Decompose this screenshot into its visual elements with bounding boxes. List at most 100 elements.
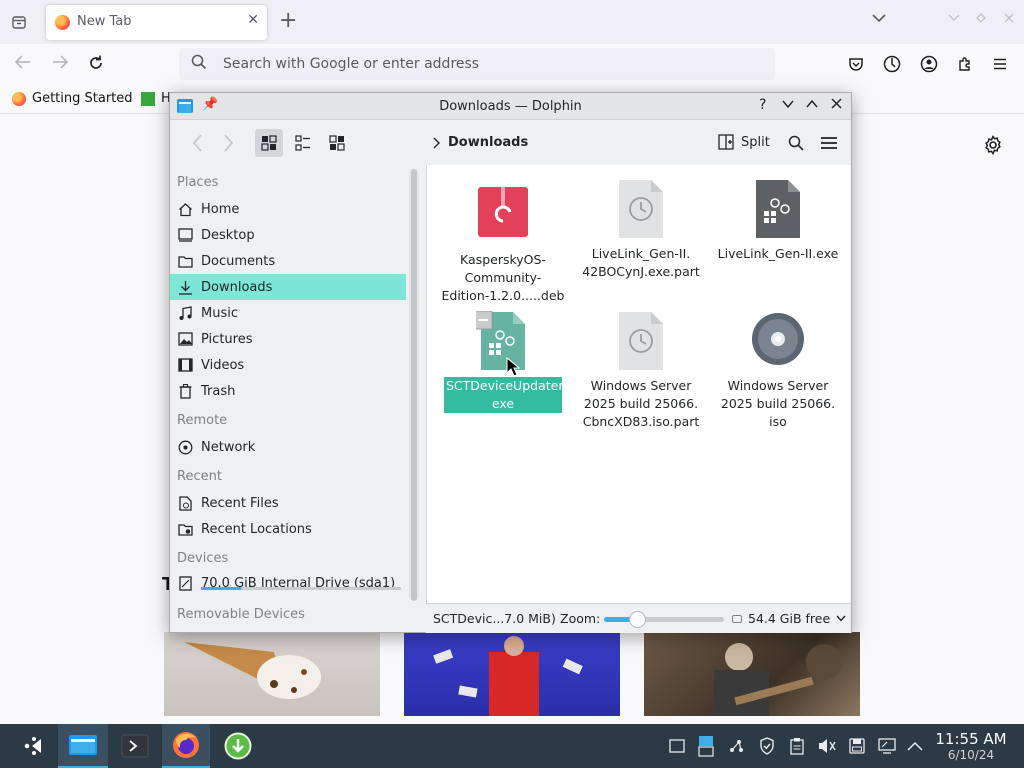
disks-devices-icon[interactable] (847, 736, 867, 756)
taskbar-dolphin[interactable] (58, 724, 108, 768)
tab-new-tab[interactable]: New Tab ✕ (46, 5, 267, 40)
minimize-icon[interactable] (948, 12, 960, 27)
chevron-down-icon[interactable] (872, 12, 886, 27)
network-icon (177, 439, 194, 455)
taskbar-konsole[interactable] (112, 724, 158, 768)
sidebar-item-internal-drive[interactable]: 70.0 GiB Internal Drive (sda1) (170, 570, 406, 596)
free-space-button[interactable]: 54.4 GiB free (732, 611, 846, 626)
terminal-icon (121, 734, 149, 758)
file-item[interactable]: Windows Server 2025 build 25066. CbncXD8… (576, 311, 706, 431)
file-name-line: LiveLink_Gen-II.exe (717, 246, 839, 261)
sidebar-item-desktop[interactable]: Desktop (170, 222, 406, 248)
show-desktop-icon[interactable] (667, 736, 687, 756)
bookmark-h[interactable]: H (141, 91, 171, 106)
clock-date: 6/10/24 (947, 748, 995, 762)
mouse-cursor-icon (506, 357, 520, 377)
back-icon[interactable] (184, 129, 212, 157)
breadcrumb-current[interactable]: Downloads (448, 135, 528, 150)
file-name-line: Windows Server (727, 378, 829, 393)
home-icon (177, 201, 194, 217)
file-name-line: CbncXD83.iso.part (582, 414, 700, 429)
compact-view-button[interactable] (289, 129, 317, 157)
breadcrumb[interactable]: Downloads (432, 135, 528, 150)
pocket-icon[interactable] (847, 55, 865, 73)
trash-icon (177, 383, 194, 399)
new-tab-button[interactable]: + (279, 10, 297, 32)
story-thumbnail[interactable] (164, 632, 380, 716)
sidebar-item-label: Pictures (201, 331, 253, 347)
chevron-up-icon[interactable] (905, 736, 925, 756)
desktop-icon (177, 227, 194, 243)
back-icon[interactable] (14, 54, 32, 75)
sidebar-item-music[interactable]: Music (170, 300, 406, 326)
list-all-tabs-icon[interactable] (8, 11, 30, 33)
file-item[interactable]: LiveLink_Gen-II.exe (713, 179, 843, 263)
story-thumbnail[interactable] (644, 632, 860, 716)
split-button[interactable]: Split (718, 134, 770, 150)
extensions-icon[interactable] (956, 55, 974, 73)
sidebar-item-recent-files[interactable]: Recent Files (170, 490, 406, 516)
forward-icon[interactable] (214, 129, 242, 157)
story-thumbnail[interactable] (404, 632, 620, 716)
url-placeholder: Search with Google or enter address (223, 56, 480, 72)
sidebar-scrollbar[interactable] (409, 169, 419, 601)
url-bar[interactable]: Search with Google or enter address (179, 48, 775, 80)
close-tab-icon[interactable]: ✕ (247, 12, 259, 28)
forward-icon[interactable] (51, 54, 69, 75)
file-item[interactable]: KasperskyOS- Community- Edition-1.2.0...… (438, 185, 568, 305)
volume-muted-icon[interactable] (817, 736, 837, 756)
sidebar-item-network[interactable]: Network (170, 434, 406, 460)
sidebar-item-documents[interactable]: Documents (170, 248, 406, 274)
selection-info: SCTDevic...7.0 MiB) (433, 611, 556, 626)
reload-icon[interactable] (87, 54, 105, 77)
sidebar-item-videos[interactable]: Videos (170, 352, 406, 378)
taskbar: 11:55 AM 6/10/24 (0, 724, 1024, 768)
section-header-removable-devices: Removable Devices (177, 607, 305, 622)
file-item-selected[interactable]: SCTDeviceUpdater. exe (438, 310, 568, 413)
section-header-places: Places (177, 175, 219, 190)
file-item[interactable]: Windows Server 2025 build 25066. iso (713, 311, 843, 431)
search-button[interactable] (782, 129, 810, 157)
virtual-desktop-pager-icon[interactable] (696, 736, 716, 757)
sidebar-item-recent-locations[interactable]: Recent Locations (170, 516, 406, 542)
close-window-icon[interactable] (831, 97, 842, 113)
dolphin-toolbar: Downloads Split (170, 121, 851, 165)
account-icon[interactable] (920, 55, 938, 73)
gear-icon[interactable] (982, 134, 1004, 156)
bookmark-getting-started[interactable]: Getting Started (12, 91, 133, 106)
help-icon[interactable]: ? (759, 97, 766, 113)
split-icon (718, 134, 734, 150)
file-view[interactable]: KasperskyOS- Community- Edition-1.2.0...… (426, 165, 851, 603)
menu-icon[interactable] (991, 55, 1009, 73)
sidebar-item-label: Downloads (201, 279, 273, 295)
sidebar-item-downloads[interactable]: Downloads (170, 274, 406, 300)
minimize-window-icon[interactable] (782, 97, 794, 113)
application-launcher-icon[interactable] (14, 724, 54, 768)
maximize-icon[interactable] (976, 12, 986, 27)
network-manager-icon[interactable] (726, 736, 746, 756)
window-titlebar[interactable]: 📌 Downloads — Dolphin ? (170, 93, 851, 120)
sync-icon[interactable] (883, 55, 901, 73)
taskbar-firefox[interactable] (162, 724, 210, 768)
documents-icon (177, 253, 194, 269)
digital-clock[interactable]: 11:55 AM 6/10/24 (928, 730, 1014, 762)
sidebar-item-trash[interactable]: Trash (170, 378, 406, 404)
details-view-button[interactable] (323, 129, 351, 157)
security-shield-icon[interactable] (757, 736, 777, 756)
zoom-slider-handle[interactable] (628, 611, 646, 628)
icons-view-button[interactable] (255, 129, 283, 157)
maximize-window-icon[interactable] (806, 97, 818, 113)
sidebar-item-home[interactable]: Home (170, 196, 406, 222)
clock-time: 11:55 AM (935, 730, 1007, 748)
taskbar-download-manager[interactable] (214, 724, 262, 768)
zoom-slider[interactable] (604, 611, 724, 628)
display-configuration-icon[interactable] (877, 736, 897, 756)
sidebar-item-pictures[interactable]: Pictures (170, 326, 406, 352)
sidebar-item-label: Videos (201, 357, 245, 373)
close-window-icon[interactable] (1004, 12, 1014, 27)
clipboard-icon[interactable] (787, 736, 807, 756)
file-item[interactable]: LiveLink_Gen-II. 42BOCynJ.exe.part (576, 179, 706, 281)
music-icon (177, 305, 194, 321)
firefox-tab-bar: New Tab ✕ + (0, 0, 1024, 44)
hamburger-menu-button[interactable] (815, 129, 843, 157)
